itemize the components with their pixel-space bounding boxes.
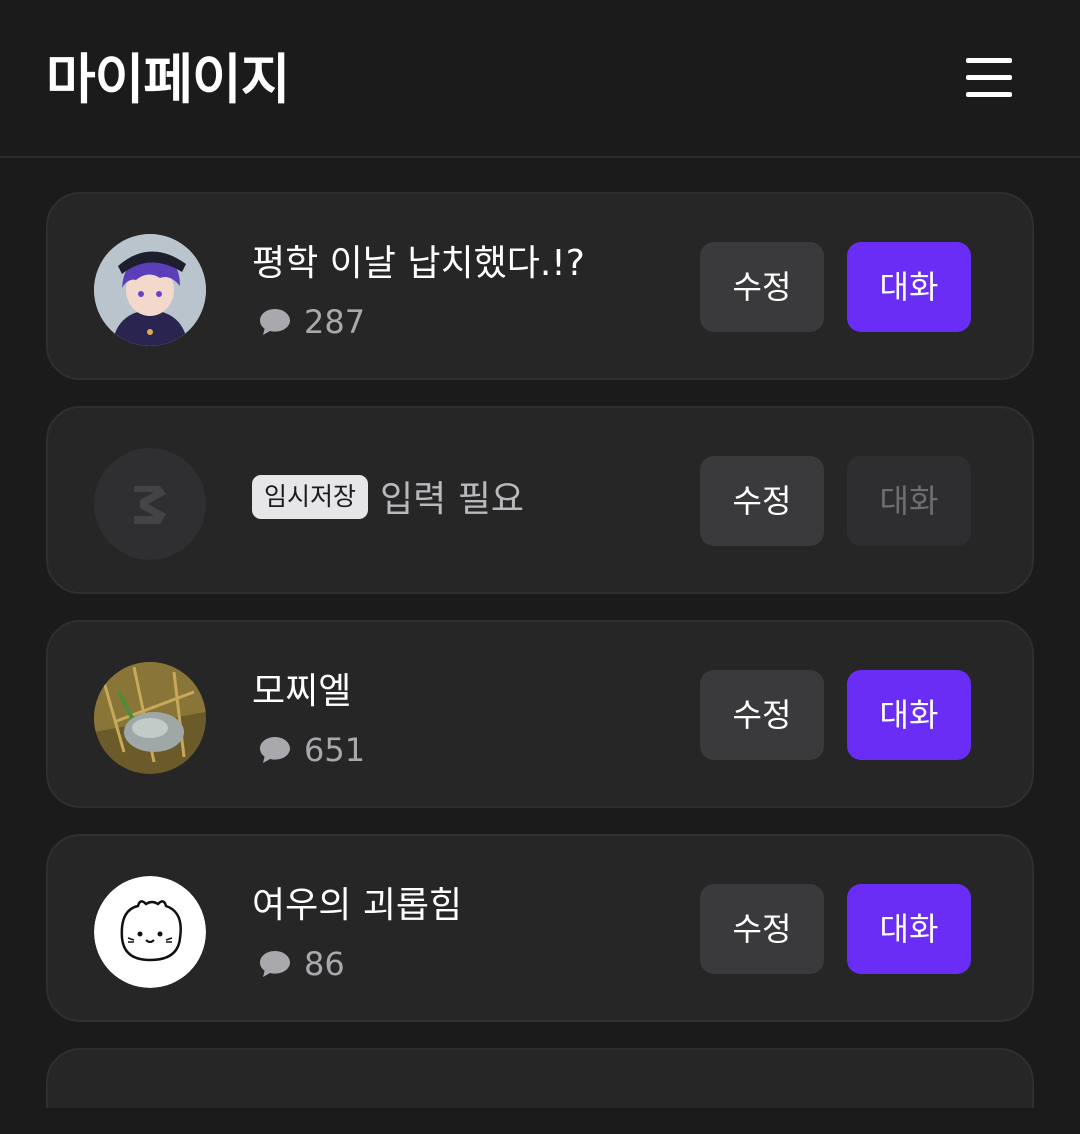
character-name: 여우의 괴롭힘 xyxy=(252,885,463,926)
character-name-placeholder: 입력 필요 xyxy=(380,479,524,520)
chat-bubble-icon xyxy=(260,737,290,763)
draft-badge: 임시저장 xyxy=(252,475,369,519)
edit-button[interactable]: 수정 xyxy=(700,670,824,760)
app-header: 마이페이지 xyxy=(0,0,1080,158)
chat-button[interactable]: 대화 xyxy=(847,670,971,760)
edit-button[interactable]: 수정 xyxy=(700,456,824,546)
chat-bubble-icon xyxy=(260,951,290,977)
avatar xyxy=(94,234,206,346)
character-list: 평학 이날 납치했다.!? 287 수정 대화 임시저장 입력 필요 수정 대화 xyxy=(46,192,1034,1134)
character-name: 모찌엘 xyxy=(252,671,352,712)
character-name-row: 임시저장 입력 필요 xyxy=(252,475,524,524)
page-title: 마이페이지 xyxy=(46,48,290,111)
chat-count: 86 xyxy=(258,944,345,984)
character-card[interactable]: 모찌엘 651 수정 대화 xyxy=(46,620,1034,808)
chat-button-disabled: 대화 xyxy=(847,456,971,546)
hamburger-menu-icon[interactable] xyxy=(962,56,1018,102)
placeholder-avatar xyxy=(94,448,206,560)
chat-button[interactable]: 대화 xyxy=(847,242,971,332)
chat-button[interactable]: 대화 xyxy=(847,884,971,974)
edit-button[interactable]: 수정 xyxy=(700,242,824,332)
chat-bubble-icon xyxy=(260,309,290,335)
character-card[interactable]: 평학 이날 납치했다.!? 287 수정 대화 xyxy=(46,192,1034,380)
chat-count: 287 xyxy=(258,302,365,342)
avatar xyxy=(94,876,206,988)
chat-count-value: 287 xyxy=(304,303,366,341)
chat-count: 651 xyxy=(258,730,365,770)
chat-count-value: 86 xyxy=(304,945,345,983)
chat-count-value: 651 xyxy=(304,731,366,769)
character-card[interactable]: 여우의 괴롭힘 86 수정 대화 xyxy=(46,834,1034,1022)
character-card-partial[interactable] xyxy=(46,1048,1034,1108)
edit-button[interactable]: 수정 xyxy=(700,884,824,974)
avatar xyxy=(94,662,206,774)
character-card-draft[interactable]: 임시저장 입력 필요 수정 대화 xyxy=(46,406,1034,594)
character-name: 평학 이날 납치했다.!? xyxy=(252,243,585,284)
